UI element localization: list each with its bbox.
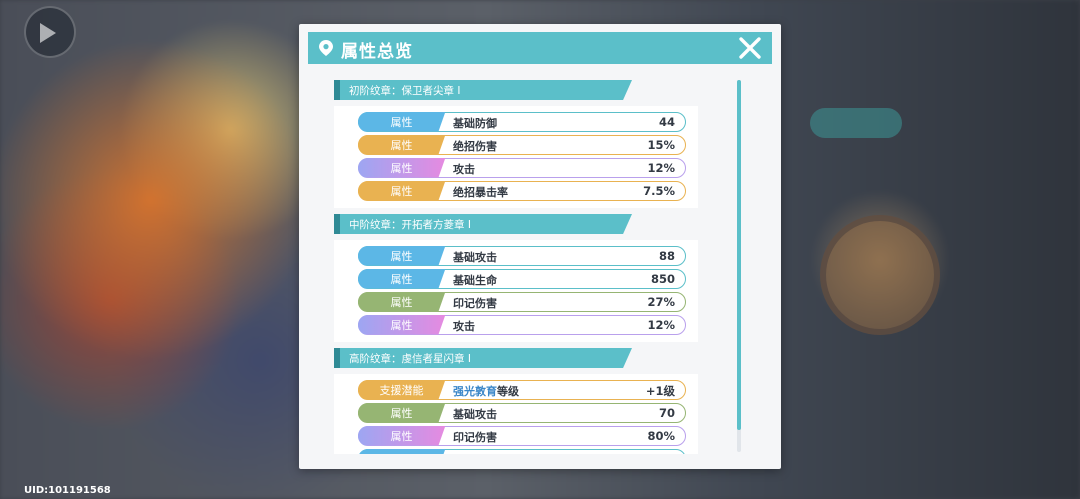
stat-tag: [357, 448, 446, 454]
stat-tag: 属性: [357, 111, 446, 132]
stat-value: 7.5%: [643, 184, 675, 198]
section-title: 高阶纹章：虔信者星闪章 Ⅰ: [349, 353, 471, 365]
stat-row: 属性 基础防御 44: [357, 111, 686, 132]
stat-value: 12%: [647, 161, 675, 175]
stat-row: 属性 绝招暴击率 7.5%: [357, 180, 686, 201]
uid-label: UID:101191568: [24, 485, 111, 496]
stat-name: 印记伤害: [453, 297, 497, 310]
stat-name: 攻击: [453, 163, 475, 176]
dialog-header: 属性总览: [308, 32, 772, 64]
section-header: 中阶纹章：开拓者方菱章 Ⅰ: [334, 214, 632, 234]
stat-tag: 属性: [357, 245, 446, 266]
stat-row: 属性 印记伤害 80%: [357, 425, 686, 446]
stat-value: 80%: [647, 429, 675, 443]
stat-tag: 属性: [357, 291, 446, 312]
stat-row: 属性 攻击 12%: [357, 157, 686, 178]
stat-name: 强光敦育等级: [453, 383, 519, 399]
section-basic-emblem: 初阶纹章：保卫者尖章 Ⅰ 属性 基础防御 44 属性 绝招伤害 15% 属性 攻…: [334, 80, 732, 208]
stat-value: 850: [650, 272, 675, 286]
attribute-overview-dialog: 属性总览 初阶纹章：保卫者尖章 Ⅰ 属性 基础防御 44 属性 绝招伤害 15%: [299, 24, 781, 469]
section-mid-emblem: 中阶纹章：开拓者方菱章 Ⅰ 属性 基础攻击 88 属性 基础生命 850 属性 …: [334, 214, 732, 342]
stat-tag: 支援潜能: [357, 379, 446, 400]
background-pill: [810, 108, 902, 138]
stat-value: 12%: [647, 318, 675, 332]
stat-name: 基础攻击: [453, 251, 497, 264]
stat-row: 支援潜能 强光敦育等级 +1级: [357, 379, 686, 400]
stat-name: 基础防御: [453, 117, 497, 130]
stat-value: 88: [658, 249, 675, 263]
back-button-blurred: [24, 6, 76, 58]
stat-row: 属性 绝招伤害 15%: [357, 134, 686, 155]
section-high-emblem: 高阶纹章：虔信者星闪章 Ⅰ 支援潜能 强光敦育等级 +1级 属性 基础攻击 70…: [334, 348, 732, 454]
stat-tag: 属性: [357, 425, 446, 446]
stat-row: [357, 448, 686, 454]
scrollbar-thumb[interactable]: [737, 80, 741, 430]
stat-name-suffix: 等级: [497, 385, 519, 398]
stat-name: 绝招伤害: [453, 140, 497, 153]
stat-name: 印记伤害: [453, 431, 497, 444]
stat-rows: 属性 基础攻击 88 属性 基础生命 850 属性 印记伤害 27% 属性 攻击: [334, 240, 698, 342]
stat-value: +1级: [645, 384, 675, 398]
stat-tag: 属性: [357, 180, 446, 201]
stat-value: 27%: [647, 295, 675, 309]
stat-tag: 属性: [357, 268, 446, 289]
stat-value: 44: [658, 115, 675, 129]
stat-name: 绝招暴击率: [453, 186, 508, 199]
stat-tag: 属性: [357, 157, 446, 178]
stat-value: 15%: [647, 138, 675, 152]
section-title: 中阶纹章：开拓者方菱章 Ⅰ: [349, 219, 471, 231]
section-header: 高阶纹章：虔信者星闪章 Ⅰ: [334, 348, 632, 368]
stat-tag: 属性: [357, 314, 446, 335]
section-title: 初阶纹章：保卫者尖章 Ⅰ: [349, 85, 461, 97]
stat-rows: 支援潜能 强光敦育等级 +1级 属性 基础攻击 70 属性 印记伤害 80%: [334, 374, 698, 454]
stat-value: 70: [658, 406, 675, 420]
stat-name: 基础攻击: [453, 408, 497, 421]
dialog-title: 属性总览: [341, 42, 413, 62]
stat-row: 属性 印记伤害 27%: [357, 291, 686, 312]
stat-rows: 属性 基础防御 44 属性 绝招伤害 15% 属性 攻击 12% 属性 绝招暴击…: [334, 106, 698, 208]
stat-name: 攻击: [453, 320, 475, 333]
stat-tag: 属性: [357, 134, 446, 155]
stat-name: 基础生命: [453, 274, 497, 287]
background-emblem: [820, 215, 940, 335]
stat-row: 属性 基础生命 850: [357, 268, 686, 289]
stat-tag: 属性: [357, 402, 446, 423]
stat-row: 属性 基础攻击 70: [357, 402, 686, 423]
location-pin-icon: [319, 40, 333, 56]
close-icon[interactable]: [738, 36, 762, 60]
potential-link[interactable]: 强光敦育: [453, 385, 497, 398]
section-header: 初阶纹章：保卫者尖章 Ⅰ: [334, 80, 632, 100]
scrollbar[interactable]: [737, 80, 741, 452]
attribute-list[interactable]: 初阶纹章：保卫者尖章 Ⅰ 属性 基础防御 44 属性 绝招伤害 15% 属性 攻…: [334, 78, 732, 454]
stat-row: 属性 基础攻击 88: [357, 245, 686, 266]
stat-row: 属性 攻击 12%: [357, 314, 686, 335]
